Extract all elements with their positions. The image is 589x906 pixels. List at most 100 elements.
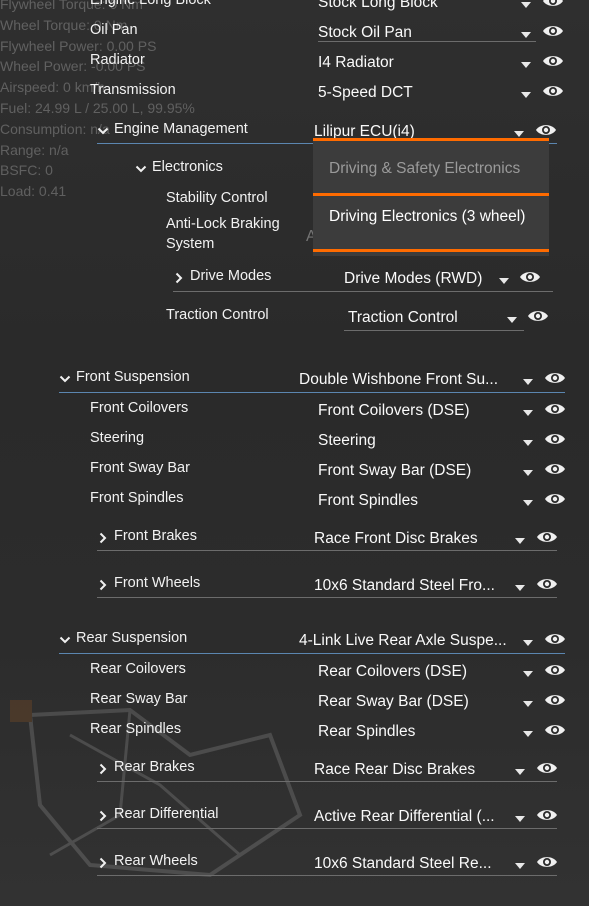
engine-long-block-label: Engine Long Block	[90, 0, 211, 8]
eye-visibility-icon[interactable]	[544, 462, 566, 476]
front-suspension-label: Front Suspension	[76, 369, 190, 385]
dropdown-caret-icon[interactable]	[515, 816, 525, 822]
engine-long-block-select[interactable]: Stock Long Block	[318, 0, 518, 12]
eye-visibility-icon[interactable]	[536, 808, 558, 822]
rear_brakes-expand-chevron-icon[interactable]	[97, 762, 109, 775]
traction-control-select[interactable]: Traction Control	[348, 309, 498, 327]
dropdown-caret-icon[interactable]	[515, 863, 525, 869]
dropdown-caret-icon[interactable]	[523, 379, 533, 385]
front_suspension-expand-chevron-icon[interactable]	[59, 372, 71, 384]
front-wheels-select[interactable]: 10x6 Standard Steel Fro...	[314, 577, 509, 595]
engine_management-expand-chevron-icon[interactable]	[97, 124, 109, 136]
eye-visibility-icon[interactable]	[542, 54, 564, 68]
front_wheels-expand-chevron-icon[interactable]	[97, 578, 109, 591]
rear-coilovers-select[interactable]: Rear Coilovers (DSE)	[318, 663, 518, 681]
rear-brakes-select[interactable]: Race Rear Disc Brakes	[314, 761, 509, 779]
dropdown-caret-icon[interactable]	[523, 440, 533, 446]
dropdown-caret-icon[interactable]	[521, 32, 531, 38]
dropdown-caret-icon[interactable]	[523, 701, 533, 707]
row-divider	[59, 392, 565, 393]
rear-spindles-select[interactable]: Rear Spindles	[318, 723, 518, 741]
rear-coilovers-label: Rear Coilovers	[90, 661, 186, 677]
dropdown-caret-icon[interactable]	[507, 317, 517, 323]
rear-spindles-label: Rear Spindles	[90, 721, 182, 737]
radiator-select[interactable]: I4 Radiator	[318, 54, 518, 72]
dropdown-top-border	[313, 138, 549, 141]
transmission-label: Transmission	[90, 82, 176, 98]
dropdown-caret-icon[interactable]	[523, 470, 533, 476]
rear-differential-select[interactable]: Active Rear Differential (...	[314, 808, 509, 826]
eye-visibility-icon[interactable]	[535, 123, 557, 137]
rear-suspension-label: Rear Suspension	[76, 630, 188, 646]
drive-modes-select[interactable]: Drive Modes (RWD)	[344, 270, 494, 288]
eye-visibility-icon[interactable]	[542, 0, 564, 8]
dropdown-option-driving-3wheel[interactable]: Driving Electronics (3 wheel)	[329, 208, 525, 226]
radiator-label: Radiator	[90, 52, 145, 68]
dropdown-caret-icon[interactable]	[521, 62, 531, 68]
dropdown-caret-icon[interactable]	[523, 640, 533, 646]
dropdown-caret-icon[interactable]	[515, 538, 525, 544]
rear-brakes-label: Rear Brakes	[114, 759, 195, 775]
transmission-select[interactable]: 5-Speed DCT	[318, 84, 518, 102]
front_brakes-expand-chevron-icon[interactable]	[97, 531, 109, 544]
row-divider	[59, 653, 565, 654]
rear-wheels-label: Rear Wheels	[114, 853, 198, 869]
rear-wheels-select[interactable]: 10x6 Standard Steel Re...	[314, 855, 509, 873]
eye-visibility-icon[interactable]	[527, 309, 549, 323]
eye-visibility-icon[interactable]	[542, 24, 564, 38]
eye-visibility-icon[interactable]	[542, 84, 564, 98]
steering-select[interactable]: Steering	[318, 432, 518, 450]
dropdown-caret-icon[interactable]	[523, 671, 533, 677]
rear-sway-bar-select[interactable]: Rear Sway Bar (DSE)	[318, 693, 518, 711]
row-divider	[97, 828, 557, 829]
row-divider	[97, 875, 557, 876]
eye-visibility-icon[interactable]	[544, 632, 566, 646]
row-divider	[173, 291, 553, 292]
dropdown-caret-icon[interactable]	[521, 92, 531, 98]
rear-differential-label: Rear Differential	[114, 806, 219, 822]
front-spindles-select[interactable]: Front Spindles	[318, 492, 518, 510]
eye-visibility-icon[interactable]	[544, 723, 566, 737]
dropdown-caret-icon[interactable]	[523, 731, 533, 737]
dropdown-option-driving-safety[interactable]: Driving & Safety Electronics	[329, 160, 520, 178]
steering-label: Steering	[90, 430, 145, 446]
dropdown-caret-icon[interactable]	[523, 500, 533, 506]
rear-sway-bar-label: Rear Sway Bar	[90, 691, 188, 707]
dropdown-caret-icon[interactable]	[499, 278, 509, 284]
eye-visibility-icon[interactable]	[536, 761, 558, 775]
eye-visibility-icon[interactable]	[536, 855, 558, 869]
eye-visibility-icon[interactable]	[544, 402, 566, 416]
row-divider	[97, 781, 557, 782]
drive-modes-label: Drive Modes	[190, 268, 272, 284]
front-spindles-label: Front Spindles	[90, 490, 184, 506]
front-coilovers-label: Front Coilovers	[90, 400, 189, 416]
eye-visibility-icon[interactable]	[519, 270, 541, 284]
rear_suspension-expand-chevron-icon[interactable]	[59, 633, 71, 645]
dropdown-caret-icon[interactable]	[521, 2, 531, 8]
stability-control-label: Stability Control	[166, 190, 268, 206]
dropdown-caret-icon[interactable]	[515, 585, 525, 591]
rear-suspension-select[interactable]: 4-Link Live Rear Axle Suspe...	[299, 632, 514, 650]
front-coilovers-select[interactable]: Front Coilovers (DSE)	[318, 402, 518, 420]
drive_modes-expand-chevron-icon[interactable]	[173, 271, 185, 284]
eye-visibility-icon[interactable]	[544, 693, 566, 707]
electronics-expand-chevron-icon[interactable]	[135, 162, 147, 174]
front-sway-bar-select[interactable]: Front Sway Bar (DSE)	[318, 462, 518, 480]
eye-visibility-icon[interactable]	[544, 371, 566, 385]
dropdown-divider	[313, 193, 549, 196]
dropdown-caret-icon[interactable]	[514, 131, 524, 137]
row-divider	[97, 550, 557, 551]
oil-pan-select[interactable]: Stock Oil Pan	[318, 24, 518, 42]
front-brakes-select[interactable]: Race Front Disc Brakes	[314, 530, 509, 548]
eye-visibility-icon[interactable]	[544, 663, 566, 677]
dropdown-caret-icon[interactable]	[523, 410, 533, 416]
eye-visibility-icon[interactable]	[544, 432, 566, 446]
eye-visibility-icon[interactable]	[536, 577, 558, 591]
eye-visibility-icon[interactable]	[536, 530, 558, 544]
front-suspension-select[interactable]: Double Wishbone Front Su...	[299, 371, 504, 389]
rear_wheels-expand-chevron-icon[interactable]	[97, 856, 109, 869]
electronics-dropdown-menu: Driving & Safety Electronics Driving Ele…	[313, 138, 549, 256]
eye-visibility-icon[interactable]	[544, 492, 566, 506]
dropdown-caret-icon[interactable]	[515, 769, 525, 775]
rear_differential-expand-chevron-icon[interactable]	[97, 809, 109, 822]
